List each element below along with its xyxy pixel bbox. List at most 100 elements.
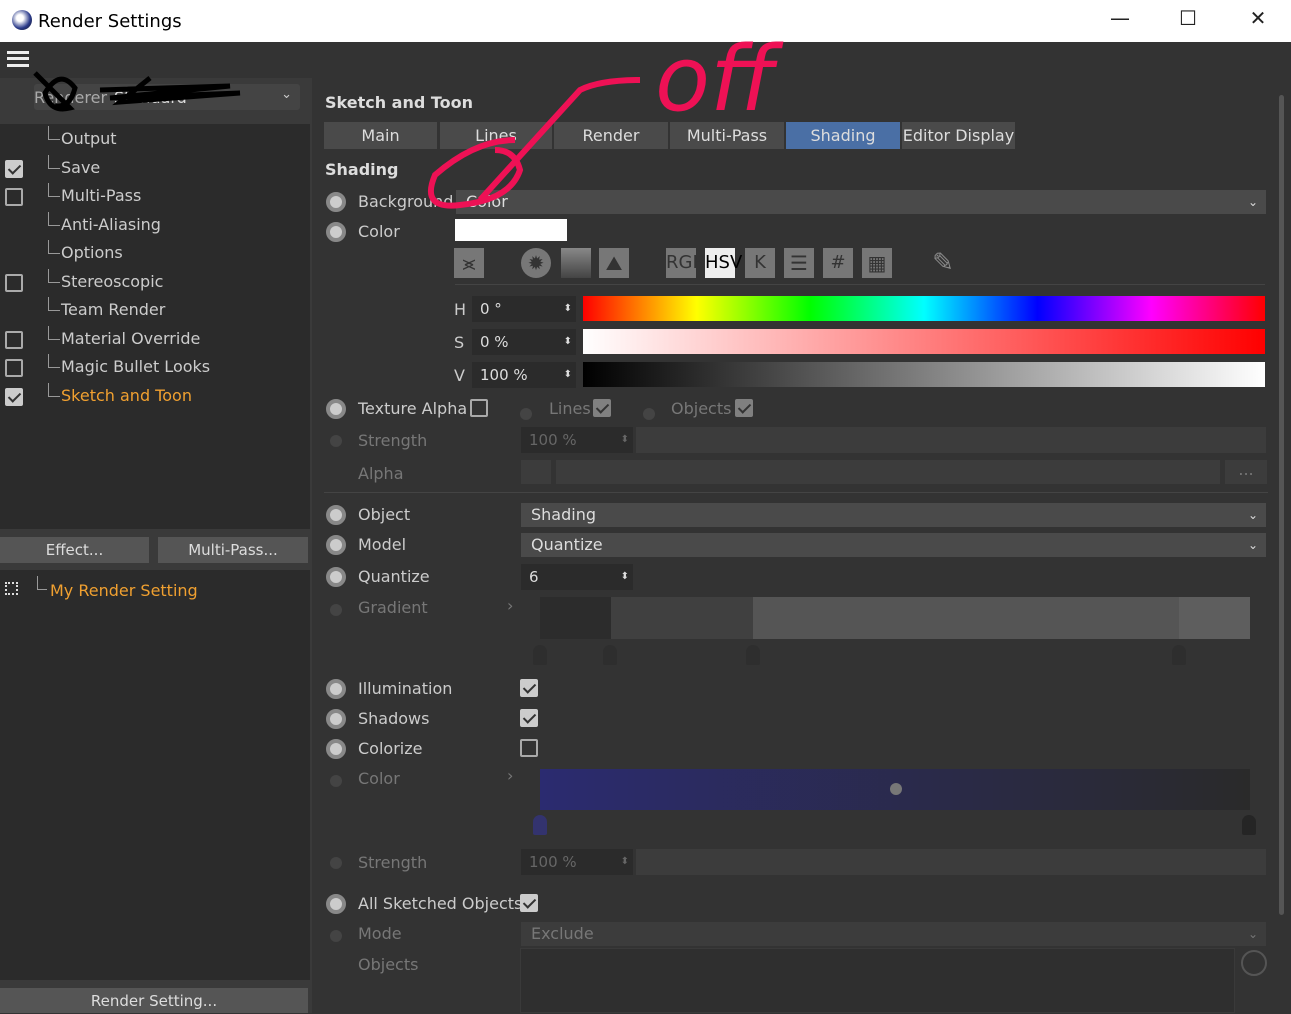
animate-radio[interactable]: [330, 775, 342, 787]
gradient-knot[interactable]: [533, 815, 547, 835]
tree-item[interactable]: Multi-Pass: [0, 183, 310, 211]
animate-radio[interactable]: [326, 679, 346, 699]
checkbox[interactable]: [593, 399, 611, 417]
gradient-knot[interactable]: [533, 645, 547, 665]
lines-label: Lines: [549, 399, 591, 418]
animate-radio[interactable]: [326, 505, 346, 525]
checkbox[interactable]: [520, 739, 538, 757]
mode-dropdown-value: Exclude: [531, 924, 594, 943]
gradient-knot[interactable]: [746, 645, 760, 665]
animate-radio[interactable]: [326, 192, 346, 212]
eyedropper-icon[interactable]: ✎: [928, 248, 958, 278]
v-slider[interactable]: [583, 362, 1265, 387]
animate-radio[interactable]: [326, 222, 346, 242]
animate-radio[interactable]: [326, 567, 346, 587]
tree-item[interactable]: Save: [0, 154, 310, 183]
animate-radio[interactable]: [326, 399, 346, 419]
animate-radio[interactable]: [330, 435, 342, 447]
strength2-field[interactable]: 100 % ⬍: [521, 849, 633, 875]
object-dropdown[interactable]: Shading ⌄: [521, 503, 1266, 527]
s-slider[interactable]: [583, 329, 1265, 354]
color-mode-1[interactable]: HSV: [705, 248, 742, 278]
color-wheel-icon[interactable]: ✹: [521, 248, 551, 278]
color-mode-0[interactable]: RGB: [666, 248, 705, 278]
gradient-knot[interactable]: [1172, 645, 1186, 665]
animate-radio[interactable]: [326, 535, 346, 555]
animate-radio[interactable]: [643, 408, 655, 420]
tree-item[interactable]: Options: [0, 240, 310, 268]
animate-radio[interactable]: [326, 739, 346, 759]
h-field[interactable]: 0 ° ⬍: [472, 296, 576, 322]
enable-checkbox[interactable]: [5, 188, 23, 206]
model-label: Model: [358, 535, 407, 554]
stepper-icon: ⬍: [563, 336, 572, 347]
enable-checkbox[interactable]: [5, 159, 23, 178]
animate-radio[interactable]: [326, 894, 346, 914]
objects-list[interactable]: [520, 948, 1235, 1013]
mode-dropdown[interactable]: Exclude ⌄: [521, 922, 1266, 946]
color-mode-2[interactable]: K: [745, 248, 775, 278]
s-field[interactable]: 0 % ⬍: [472, 329, 576, 355]
tree-item[interactable]: Material Override: [0, 325, 310, 354]
tab-shading[interactable]: Shading: [786, 122, 900, 149]
animate-radio[interactable]: [330, 604, 342, 616]
checkbox[interactable]: [735, 399, 753, 417]
color-mode-3[interactable]: #: [823, 248, 853, 278]
tree-item[interactable]: Magic Bullet Looks: [0, 354, 310, 382]
enable-checkbox[interactable]: [5, 387, 23, 406]
alpha-dropdown[interactable]: [521, 460, 551, 484]
enable-checkbox[interactable]: [5, 330, 23, 349]
tree-item-label: Save: [61, 157, 101, 177]
tree-item[interactable]: Sketch and Toon: [0, 382, 310, 411]
multipass-button[interactable]: Multi-Pass...: [158, 537, 308, 563]
tree-item[interactable]: Team Render: [0, 297, 310, 325]
checkbox[interactable]: [520, 709, 538, 727]
strength-field[interactable]: 100 % ⬍: [521, 427, 633, 453]
tab-editor-display[interactable]: Editor Display: [902, 122, 1015, 149]
animate-radio[interactable]: [330, 857, 342, 869]
checkbox[interactable]: [520, 894, 538, 912]
gradient-knot[interactable]: [603, 645, 617, 665]
settings-list: My Render Setting: [0, 570, 310, 980]
animate-radio[interactable]: [326, 709, 346, 729]
image-picker-icon[interactable]: ⛰: [599, 248, 629, 278]
expand-arrow-icon[interactable]: ›: [507, 766, 513, 785]
enable-checkbox[interactable]: [5, 359, 23, 377]
stepper-icon: ⬍: [620, 434, 629, 445]
h-slider[interactable]: [583, 296, 1265, 321]
close-button[interactable]: ✕: [1238, 6, 1278, 36]
animate-radio[interactable]: [520, 408, 532, 420]
enable-checkbox[interactable]: [5, 273, 23, 292]
color-swatch[interactable]: [455, 219, 567, 241]
checkbox[interactable]: [470, 399, 488, 417]
settings-item[interactable]: My Render Setting: [50, 581, 198, 600]
effect-button[interactable]: Effect...: [0, 537, 149, 563]
pick-object-icon[interactable]: [1241, 950, 1267, 976]
vertical-scrollbar[interactable]: [1279, 95, 1284, 915]
checkbox[interactable]: [520, 679, 538, 697]
tree-line: [48, 126, 60, 140]
v-field[interactable]: 100 % ⬍: [472, 362, 576, 388]
quantize-field[interactable]: 6 ⬍: [521, 564, 633, 590]
strength-slider[interactable]: [636, 427, 1266, 453]
model-dropdown[interactable]: Quantize ⌄: [521, 533, 1266, 557]
colorize-gradient-bar[interactable]: [540, 769, 1250, 810]
gradient-bar[interactable]: [540, 597, 1250, 639]
tree-item[interactable]: Anti-Aliasing: [0, 211, 310, 240]
minimize-button[interactable]: —: [1100, 6, 1140, 36]
collapse-icon[interactable]: ⪤: [454, 248, 484, 278]
tree-item[interactable]: Output: [0, 126, 310, 154]
browse-button[interactable]: ...: [1225, 460, 1267, 484]
hamburger-menu-icon[interactable]: [7, 51, 29, 67]
swatches-icon[interactable]: ▦: [862, 248, 892, 278]
maximize-button[interactable]: ☐: [1168, 6, 1208, 36]
animate-radio[interactable]: [330, 930, 342, 942]
sliders-icon[interactable]: ☰: [784, 248, 814, 278]
alpha-path-field[interactable]: [556, 460, 1220, 484]
spectrum-icon[interactable]: [561, 248, 591, 278]
strength2-slider[interactable]: [636, 849, 1266, 875]
gradient-knot[interactable]: [1242, 815, 1256, 835]
render-setting-button[interactable]: Render Setting...: [0, 988, 308, 1013]
tree-item[interactable]: Stereoscopic: [0, 268, 310, 297]
expand-arrow-icon[interactable]: ›: [507, 596, 513, 615]
